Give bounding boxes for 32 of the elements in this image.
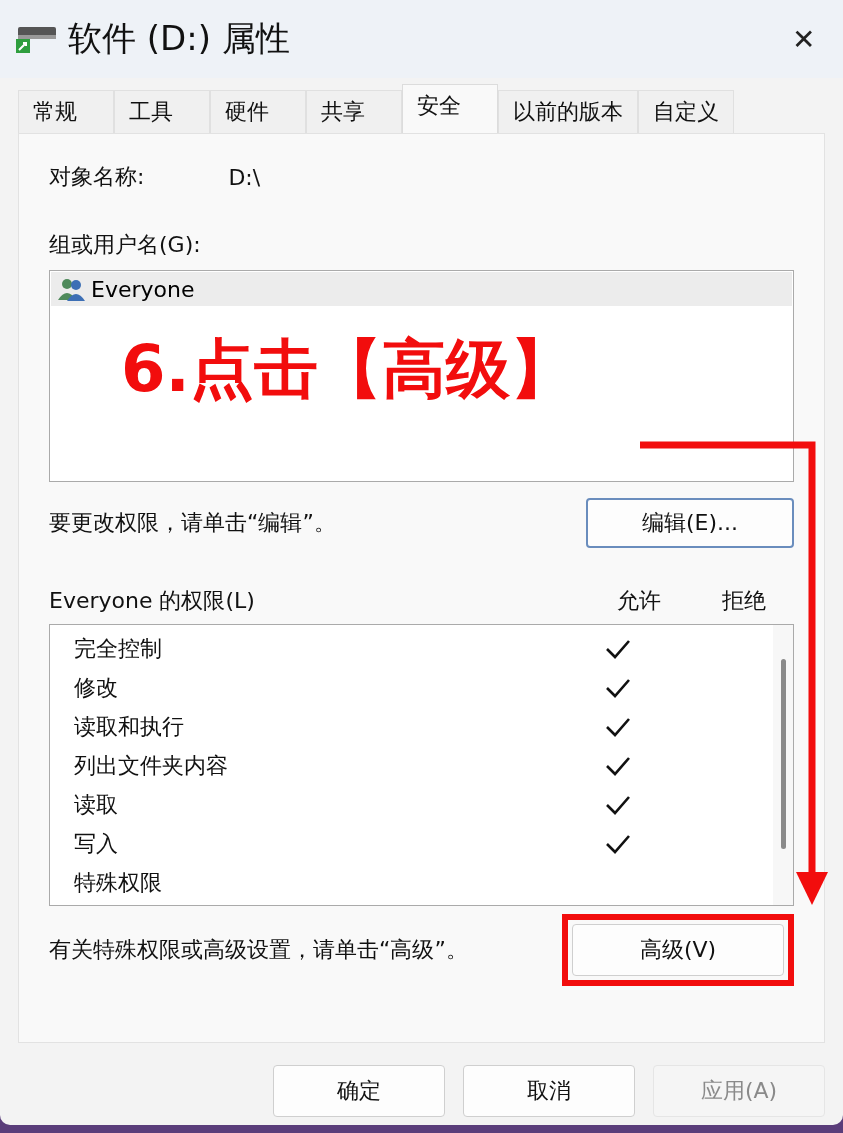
user-list-item[interactable]: Everyone (51, 272, 792, 306)
permission-name: 特殊权限 (74, 868, 163, 897)
deny-header: 拒绝 (721, 587, 767, 615)
groups-label: 组或用户名(G): (49, 231, 202, 259)
advanced-button[interactable]: 高级(V) (572, 924, 784, 976)
permission-name: 读取 (74, 790, 119, 819)
permission-name: 列出文件夹内容 (74, 751, 229, 780)
allow-header: 允许 (616, 587, 662, 615)
users-icon (57, 276, 87, 302)
scrollbar-thumb[interactable] (780, 659, 786, 849)
annotation-text: 6.点击【高级】 (121, 331, 575, 408)
tab[interactable]: 以前的版本 (498, 90, 638, 133)
permission-name: 修改 (74, 673, 119, 702)
close-button[interactable]: ✕ (778, 18, 829, 60)
edit-hint: 要更改权限，请单击“编辑”。 (49, 509, 336, 537)
dialog-button[interactable]: 取消 (463, 1065, 635, 1117)
permission-name: 写入 (74, 829, 119, 858)
window-title: 软件 (D:) 属性 (68, 17, 291, 60)
tab[interactable]: 自定义 (638, 90, 734, 133)
advanced-hint: 有关特殊权限或高级设置，请单击“高级”。 (49, 936, 468, 964)
tab[interactable]: 共享 (306, 90, 402, 133)
tab[interactable]: 工具 (114, 90, 210, 133)
permissions-label: Everyone 的权限(L) (49, 587, 256, 615)
object-name-value: D:\ (228, 164, 261, 190)
tab[interactable]: 常规 (18, 90, 114, 133)
tab[interactable]: 安全 (402, 84, 498, 133)
permission-name: 读取和执行 (74, 712, 185, 741)
tab[interactable]: 硬件 (210, 90, 306, 133)
permission-name: 完全控制 (74, 634, 163, 663)
dialog-button[interactable]: 确定 (273, 1065, 445, 1117)
object-name-label: 对象名称: (49, 163, 145, 191)
edit-button[interactable]: 编辑(E)... (586, 498, 794, 548)
